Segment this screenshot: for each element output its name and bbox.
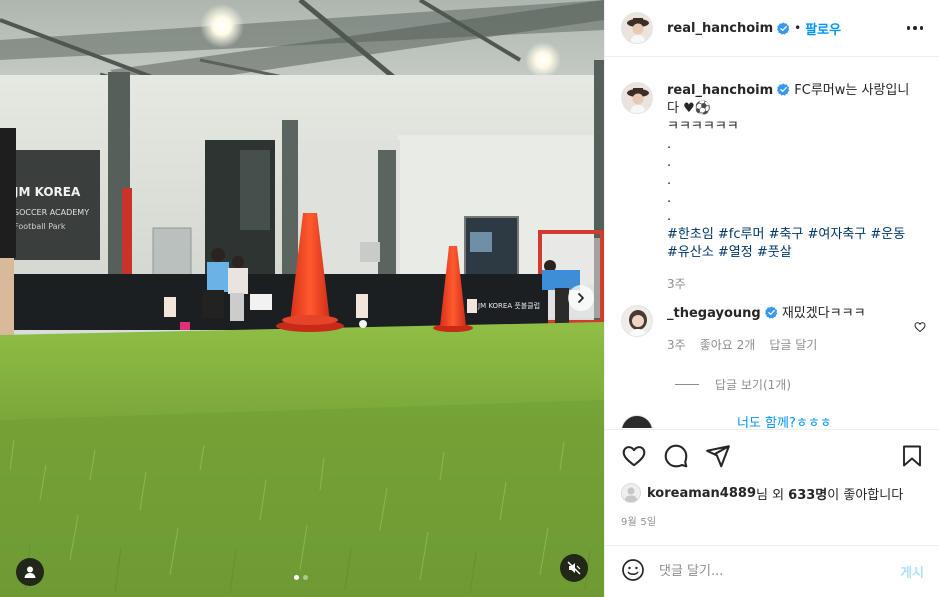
verified-icon bbox=[777, 83, 790, 96]
likes-text-2: 이 좋아합니다 bbox=[827, 487, 904, 503]
user-tag-button[interactable] bbox=[16, 558, 44, 586]
caption-line: ㅋㅋㅋㅋㅋㅋ bbox=[667, 119, 739, 134]
reply-button[interactable]: 답글 달기 bbox=[769, 336, 817, 354]
comment-likes[interactable]: 좋아요 2개 bbox=[700, 336, 756, 354]
board-text: JM KOREA 풋볼클럽 bbox=[477, 301, 540, 310]
avatar[interactable] bbox=[621, 12, 653, 44]
emoji-icon bbox=[622, 558, 644, 581]
view-replies-button[interactable]: 답글 보기(1개) bbox=[675, 376, 939, 393]
carousel-dot bbox=[303, 575, 308, 580]
caption-meta: 3주 bbox=[667, 275, 917, 293]
avatar-image bbox=[622, 13, 652, 43]
avatar-image bbox=[622, 83, 652, 113]
post-actions: koreaman4889 님 외 633명 이 좋아합니다 9월 5일 bbox=[605, 429, 939, 528]
comment-input[interactable] bbox=[659, 564, 901, 579]
caption-avatar[interactable] bbox=[621, 82, 653, 114]
share-button[interactable] bbox=[705, 443, 731, 469]
comment-body: 너도 함께?ㅎㅎㅎ bbox=[667, 415, 917, 428]
post-date[interactable]: 9월 5일 bbox=[621, 513, 924, 528]
carousel-next-button[interactable] bbox=[568, 285, 594, 311]
caption-line: . bbox=[667, 173, 672, 188]
banner-text-1: JM KOREA bbox=[13, 185, 81, 199]
liker-avatar bbox=[621, 483, 641, 503]
comment-item: 너도 함께?ㅎㅎㅎ bbox=[605, 393, 939, 428]
header-separator: • bbox=[794, 21, 802, 35]
post-header: real_hanchoim • 팔로우 bbox=[605, 0, 939, 57]
comment-item: _thegayoung 재밌겠다ㅋㅋㅋ 3주 좋아요 2개 답글 달기 bbox=[605, 293, 939, 354]
comment-text: 재밌겠다ㅋㅋㅋ bbox=[781, 306, 866, 321]
verified-icon bbox=[777, 21, 790, 35]
view-replies-label: 답글 보기(1개) bbox=[715, 378, 792, 392]
post-media[interactable]: JM KOREA SOCCER ACADEMY Football Park JM… bbox=[0, 0, 604, 597]
caption-hashtags[interactable]: #한초임 #fc루머 #축구 #여자축구 #운동 #유산소 #열정 #풋살 bbox=[667, 226, 917, 262]
comment-like-icon[interactable] bbox=[914, 321, 926, 333]
emoji-button[interactable] bbox=[621, 558, 645, 586]
caption-username[interactable]: real_hanchoim bbox=[667, 83, 773, 98]
comment-button[interactable] bbox=[663, 443, 689, 469]
bookmark-icon bbox=[903, 445, 921, 467]
action-icons bbox=[621, 436, 924, 476]
caption-line: . bbox=[667, 191, 672, 206]
comment-icon bbox=[664, 444, 688, 468]
post-panel: real_hanchoim • 팔로우 real_hanchoim FC루머w는… bbox=[604, 0, 939, 597]
comment-avatar[interactable] bbox=[621, 305, 653, 337]
carousel-dot bbox=[294, 575, 299, 580]
caption-line: . bbox=[667, 137, 672, 152]
comment-avatar[interactable] bbox=[621, 415, 653, 428]
likes-text-1: 님 외 bbox=[755, 487, 789, 503]
player-left bbox=[0, 128, 16, 338]
user-tag-icon bbox=[24, 566, 36, 578]
replies-divider bbox=[675, 384, 699, 385]
follow-button[interactable]: 팔로우 bbox=[805, 19, 841, 38]
comment-username[interactable]: _thegayoung bbox=[667, 306, 761, 321]
caption-time[interactable]: 3주 bbox=[667, 275, 686, 293]
avatar-image bbox=[622, 306, 652, 336]
mute-icon bbox=[567, 561, 581, 575]
verified-icon bbox=[764, 306, 778, 319]
save-button[interactable] bbox=[900, 443, 924, 469]
post-comment-button[interactable]: 게시 bbox=[900, 562, 924, 581]
heart-icon bbox=[622, 446, 646, 467]
like-button[interactable] bbox=[621, 443, 647, 469]
comment-time[interactable]: 3주 bbox=[667, 336, 686, 354]
liker-username[interactable]: koreaman4889 bbox=[647, 486, 756, 501]
comment-text: 너도 함께?ㅎㅎㅎ bbox=[737, 416, 832, 428]
caption-line: . bbox=[667, 155, 672, 170]
more-options-icon[interactable] bbox=[906, 26, 923, 30]
carousel-indicator bbox=[294, 575, 308, 580]
add-comment-bar: 게시 bbox=[605, 545, 939, 597]
liker-avatar-image bbox=[622, 484, 640, 502]
comments-list[interactable]: real_hanchoim FC루머w는 사랑입니다 ♥⚽ ㅋㅋㅋㅋㅋㅋ . .… bbox=[605, 58, 939, 428]
caption-line: . bbox=[667, 209, 672, 224]
mute-button[interactable] bbox=[560, 554, 588, 582]
caption: real_hanchoim FC루머w는 사랑입니다 ♥⚽ ㅋㅋㅋㅋㅋㅋ . .… bbox=[605, 58, 939, 293]
banner-text-2: SOCCER ACADEMY bbox=[14, 208, 89, 217]
post-dialog: JM KOREA SOCCER ACADEMY Football Park JM… bbox=[0, 0, 939, 597]
likes-summary[interactable]: koreaman4889 님 외 633명 이 좋아합니다 bbox=[621, 483, 924, 503]
caption-body: real_hanchoim FC루머w는 사랑입니다 ♥⚽ ㅋㅋㅋㅋㅋㅋ . .… bbox=[667, 82, 917, 293]
chevron-right-icon bbox=[578, 293, 584, 303]
header-username[interactable]: real_hanchoim bbox=[667, 21, 773, 36]
likes-count[interactable]: 633명 bbox=[788, 484, 827, 503]
share-icon bbox=[706, 445, 730, 468]
comment-meta: 3주 좋아요 2개 답글 달기 bbox=[667, 336, 917, 354]
comment-body: _thegayoung 재밌겠다ㅋㅋㅋ 3주 좋아요 2개 답글 달기 bbox=[667, 305, 917, 354]
banner-text-3: Football Park bbox=[14, 222, 66, 231]
video-frame: JM KOREA SOCCER ACADEMY Football Park JM… bbox=[0, 0, 604, 597]
